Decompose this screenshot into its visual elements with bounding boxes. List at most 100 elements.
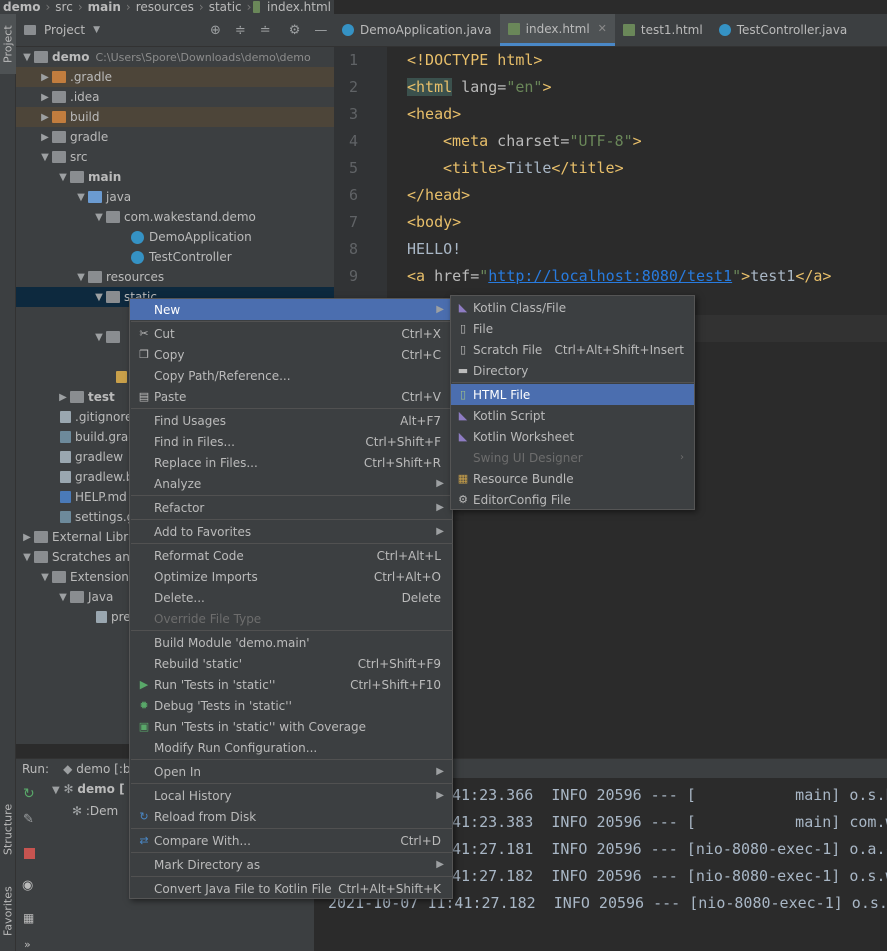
breadcrumb-item[interactable]: src (52, 0, 76, 14)
menu-item-run-coverage[interactable]: ▣ Run 'Tests in 'static'' with Coverage (130, 716, 452, 737)
more-icon[interactable]: » (24, 938, 31, 951)
stop-icon[interactable] (24, 848, 35, 859)
tab-label: index.html (525, 21, 590, 36)
code-token: > (632, 132, 642, 150)
menu-item-refactor[interactable]: Refactor ▶ (130, 497, 452, 518)
tree-item-main[interactable]: ▼ main (16, 167, 334, 187)
close-icon[interactable]: ✕ (598, 22, 607, 35)
submenu-item-kotlin-worksheet[interactable]: ◣ Kotlin Worksheet (451, 426, 694, 447)
gear-icon[interactable]: ⚙ (289, 23, 301, 38)
chevron-right-icon: ▶ (41, 131, 49, 143)
menu-item-debug-tests[interactable]: ✹ Debug 'Tests in 'static'' (130, 695, 452, 716)
markdown-icon (60, 491, 71, 503)
menu-item-copy-path[interactable]: Copy Path/Reference... (130, 365, 452, 386)
wrench-icon[interactable]: ✎ (23, 812, 34, 827)
menu-item-mark-directory[interactable]: Mark Directory as ▶ (130, 854, 452, 875)
chevron-down-icon: ▼ (95, 211, 103, 223)
menu-item-cut[interactable]: ✂ Cut Ctrl+X (130, 323, 452, 344)
tab-label: DemoApplication.java (360, 23, 492, 37)
breadcrumb-item[interactable]: index.html (264, 0, 334, 14)
menu-item-open-in[interactable]: Open In ▶ (130, 761, 452, 782)
code-token: </title> (551, 159, 624, 177)
tree-item-idea[interactable]: ▶ .idea (16, 87, 334, 107)
eye-icon[interactable]: ◉ (22, 878, 33, 893)
favorites-tool-tab[interactable]: Favorites (0, 876, 16, 946)
submenu-item-label: HTML File (473, 387, 531, 402)
tab-testcontroller[interactable]: TestController.java (711, 14, 856, 46)
tree-item-java[interactable]: ▼ java (16, 187, 334, 207)
menu-item-delete[interactable]: Delete... Delete (130, 587, 452, 608)
menu-item-find-in-files[interactable]: Find in Files... Ctrl+Shift+F (130, 431, 452, 452)
tree-item-gradle-dir[interactable]: ▶ .gradle (16, 67, 334, 87)
tab-test1-html[interactable]: test1.html (615, 14, 711, 46)
menu-item-replace-in-files[interactable]: Replace in Files... Ctrl+Shift+R (130, 452, 452, 473)
locate-icon[interactable]: ⊕ (210, 23, 221, 38)
menu-item-build-module[interactable]: Build Module 'demo.main' (130, 632, 452, 653)
menu-item-rebuild[interactable]: Rebuild 'static' Ctrl+Shift+F9 (130, 653, 452, 674)
structure-tool-tab[interactable]: Structure (0, 794, 16, 864)
menu-item-analyze[interactable]: Analyze ▶ (130, 473, 452, 494)
submenu-item-directory[interactable]: ▬ Directory (451, 360, 694, 381)
submenu-item-scratch-file[interactable]: ▯ Scratch File Ctrl+Alt+Shift+Insert (451, 339, 694, 360)
tab-demoapplication[interactable]: DemoApplication.java (334, 14, 500, 46)
menu-item-copy[interactable]: ❐ Copy Ctrl+C (130, 344, 452, 365)
tree-item-demoapplication[interactable]: DemoApplication (16, 227, 334, 247)
rerun-icon[interactable]: ↻ (23, 786, 35, 802)
menu-item-reload-from-disk[interactable]: ↻ Reload from Disk (130, 806, 452, 827)
tree-item-build[interactable]: ▶ build (16, 107, 334, 127)
menu-item-reformat-code[interactable]: Reformat Code Ctrl+Alt+L (130, 545, 452, 566)
tree-item-testcontroller[interactable]: TestController (16, 247, 334, 267)
breadcrumb-item[interactable]: resources (133, 0, 197, 14)
menu-item-shortcut: Ctrl+Shift+F10 (350, 677, 441, 692)
chevron-down-icon: ▼ (59, 171, 67, 183)
tree-item-resources[interactable]: ▼ resources (16, 267, 334, 287)
file-icon (60, 411, 71, 423)
menu-item-paste[interactable]: ▤ Paste Ctrl+V (130, 386, 452, 407)
menu-item-local-history[interactable]: Local History ▶ (130, 785, 452, 806)
tree-item-gradle[interactable]: ▶ gradle (16, 127, 334, 147)
run-toolbar: ↻ ✎ ◉ ▦ » (16, 778, 44, 951)
menu-item-label: Cut (154, 326, 175, 341)
menu-item-label: Reformat Code (154, 548, 244, 563)
gradle-icon (60, 431, 71, 443)
tree-item-package[interactable]: ▼ com.wakestand.demo (16, 207, 334, 227)
layout-icon[interactable]: ▦ (23, 911, 34, 925)
code-link[interactable]: http://localhost:8080/test1 (488, 267, 732, 285)
project-view-title[interactable]: Project (44, 23, 85, 37)
menu-item-new[interactable]: New ▶ (130, 299, 452, 320)
menu-item-add-to-favorites[interactable]: Add to Favorites ▶ (130, 521, 452, 542)
folder-icon (52, 91, 66, 103)
menu-item-optimize-imports[interactable]: Optimize Imports Ctrl+Alt+O (130, 566, 452, 587)
tab-index-html[interactable]: index.html ✕ (499, 14, 615, 46)
project-tool-tab[interactable]: Project (0, 14, 16, 74)
run-label: Run: (22, 761, 50, 776)
submenu-item-kotlin-class[interactable]: ◣ Kotlin Class/File (451, 297, 694, 318)
submenu-item-editorconfig[interactable]: ⚙ EditorConfig File (451, 489, 694, 510)
submenu-item-html-file[interactable]: ▯ HTML File (451, 384, 694, 405)
menu-item-run-tests[interactable]: ▶ Run 'Tests in 'static'' Ctrl+Shift+F10 (130, 674, 452, 695)
collapse-all-icon[interactable]: ≐ (260, 23, 271, 38)
submenu-item-file[interactable]: ▯ File (451, 318, 694, 339)
submenu-item-kotlin-script[interactable]: ◣ Kotlin Script (451, 405, 694, 426)
breadcrumb-item[interactable]: static (206, 0, 245, 14)
expand-all-icon[interactable]: ≑ (235, 23, 246, 38)
code-line: <body> (407, 213, 461, 231)
run-tree-root[interactable]: ▼ ✻ demo [ (52, 782, 125, 796)
run-tree-child[interactable]: ✻ :Dem (72, 804, 118, 818)
menu-item-compare-with[interactable]: ⇄ Compare With... Ctrl+D (130, 830, 452, 851)
breadcrumb-item[interactable]: demo (0, 0, 43, 14)
tree-item-src[interactable]: ▼ src (16, 147, 334, 167)
kotlin-icon: ◣ (458, 409, 468, 422)
menu-item-modify-run-config[interactable]: Modify Run Configuration... (130, 737, 452, 758)
coverage-icon: ▣ (138, 720, 150, 733)
submenu-item-resource-bundle[interactable]: ▦ Resource Bundle (451, 468, 694, 489)
hide-icon[interactable]: — (314, 23, 327, 38)
run-config-tab[interactable]: demo [:b (76, 762, 130, 776)
chevron-right-icon: ▶ (436, 790, 444, 801)
breadcrumb-item[interactable]: main (85, 0, 124, 14)
menu-item-convert-to-kotlin[interactable]: Convert Java File to Kotlin File Ctrl+Alt… (130, 878, 452, 899)
chevron-down-icon[interactable]: ▼ (93, 25, 100, 35)
tree-item-demo[interactable]: ▼ demo C:\Users\Spore\Downloads\demo\demo (16, 47, 334, 67)
menu-item-find-usages[interactable]: Find Usages Alt+F7 (130, 410, 452, 431)
menu-separator (131, 495, 453, 496)
